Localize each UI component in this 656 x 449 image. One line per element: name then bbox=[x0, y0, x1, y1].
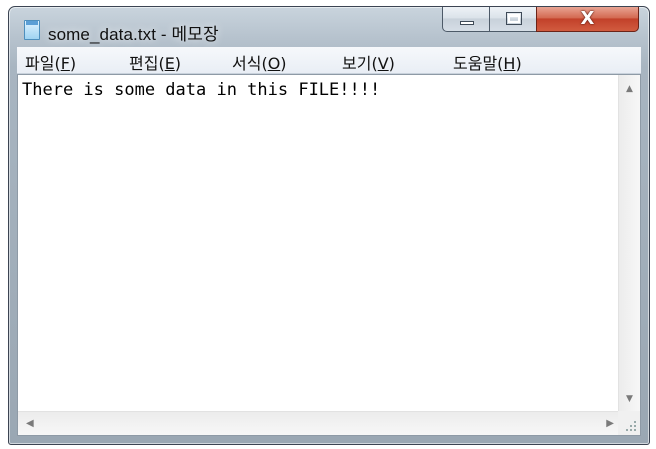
grip-dot bbox=[630, 425, 632, 427]
menu-bar: 파일(F) 편집(E) 서식(O) 보기(V) 도움말(H) bbox=[17, 47, 641, 74]
grip-dot bbox=[634, 429, 636, 431]
grip-dot bbox=[630, 429, 632, 431]
title-bar[interactable]: some_data.txt - 메모장 X bbox=[9, 7, 649, 45]
scroll-right-icon[interactable]: ▶ bbox=[606, 412, 614, 436]
vertical-scrollbar[interactable]: ▲ ▼ bbox=[618, 75, 640, 411]
menu-view[interactable]: 보기(V) bbox=[342, 50, 395, 74]
close-icon: X bbox=[580, 8, 595, 29]
notepad-icon[interactable] bbox=[24, 20, 40, 40]
minimize-icon bbox=[460, 21, 474, 25]
scroll-down-icon[interactable]: ▼ bbox=[619, 389, 640, 409]
minimize-button[interactable] bbox=[442, 7, 490, 32]
grip-dot bbox=[634, 421, 636, 423]
grip-dot bbox=[626, 429, 628, 431]
notepad-window: some_data.txt - 메모장 X 파일(F) 편집(E) 서식(O) … bbox=[8, 6, 650, 445]
size-grip[interactable] bbox=[618, 411, 640, 435]
scroll-left-icon[interactable]: ◀ bbox=[26, 412, 34, 436]
horizontal-scrollbar[interactable]: ◀ ▶ bbox=[18, 411, 620, 435]
editor-content[interactable]: There is some data in this FILE!!!! bbox=[22, 80, 380, 100]
grip-dot bbox=[634, 425, 636, 427]
text-editor[interactable]: There is some data in this FILE!!!! ▲ ▼ … bbox=[17, 74, 641, 436]
menu-help[interactable]: 도움말(H) bbox=[453, 50, 522, 74]
menu-edit[interactable]: 편집(E) bbox=[129, 50, 181, 74]
scroll-up-icon[interactable]: ▲ bbox=[619, 79, 640, 99]
maximize-button[interactable] bbox=[489, 7, 537, 32]
maximize-icon bbox=[506, 12, 522, 25]
caption-buttons: X bbox=[442, 7, 639, 33]
window-title: some_data.txt - 메모장 bbox=[48, 25, 219, 44]
menu-format[interactable]: 서식(O) bbox=[232, 50, 287, 74]
close-button[interactable]: X bbox=[536, 7, 639, 32]
menu-file[interactable]: 파일(F) bbox=[25, 50, 76, 74]
